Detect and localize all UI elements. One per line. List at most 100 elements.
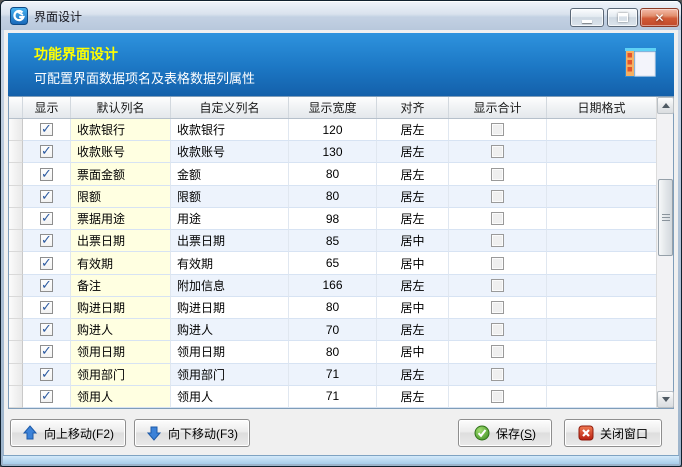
- default-name-cell[interactable]: 限额: [71, 186, 171, 208]
- display-checkbox[interactable]: [40, 368, 53, 381]
- row-selector[interactable]: [9, 163, 23, 185]
- display-cell[interactable]: [23, 208, 71, 230]
- total-cell[interactable]: [449, 297, 547, 319]
- custom-name-cell[interactable]: 收款账号: [171, 141, 289, 163]
- header-selector[interactable]: [9, 97, 23, 118]
- custom-name-cell[interactable]: 限额: [171, 186, 289, 208]
- display-checkbox[interactable]: [40, 234, 53, 247]
- display-checkbox[interactable]: [40, 123, 53, 136]
- header-width[interactable]: 显示宽度: [289, 97, 377, 118]
- total-checkbox[interactable]: [491, 368, 504, 381]
- total-cell[interactable]: [449, 386, 547, 408]
- default-name-cell[interactable]: 备注: [71, 275, 171, 297]
- align-cell[interactable]: 居左: [377, 141, 449, 163]
- total-checkbox[interactable]: [491, 168, 504, 181]
- total-cell[interactable]: [449, 252, 547, 274]
- display-cell[interactable]: [23, 364, 71, 386]
- width-cell[interactable]: 130: [289, 141, 377, 163]
- display-cell[interactable]: [23, 163, 71, 185]
- total-cell[interactable]: [449, 319, 547, 341]
- display-cell[interactable]: [23, 297, 71, 319]
- width-cell[interactable]: 71: [289, 386, 377, 408]
- title-bar[interactable]: 界面设计 ✕: [1, 1, 681, 30]
- custom-name-cell[interactable]: 购进人: [171, 319, 289, 341]
- default-name-cell[interactable]: 票据用途: [71, 208, 171, 230]
- row-selector[interactable]: [9, 186, 23, 208]
- width-cell[interactable]: 80: [289, 341, 377, 363]
- display-cell[interactable]: [23, 341, 71, 363]
- total-cell[interactable]: [449, 364, 547, 386]
- default-name-cell[interactable]: 购进日期: [71, 297, 171, 319]
- custom-name-cell[interactable]: 出票日期: [171, 230, 289, 252]
- custom-name-cell[interactable]: 附加信息: [171, 275, 289, 297]
- header-date-format[interactable]: 日期格式: [547, 97, 656, 118]
- total-checkbox[interactable]: [491, 123, 504, 136]
- width-cell[interactable]: 80: [289, 186, 377, 208]
- custom-name-cell[interactable]: 有效期: [171, 252, 289, 274]
- row-selector[interactable]: [9, 119, 23, 141]
- date-format-cell[interactable]: [547, 208, 656, 230]
- row-selector[interactable]: [9, 252, 23, 274]
- total-checkbox[interactable]: [491, 345, 504, 358]
- total-checkbox[interactable]: [491, 145, 504, 158]
- display-checkbox[interactable]: [40, 301, 53, 314]
- total-cell[interactable]: [449, 186, 547, 208]
- display-cell[interactable]: [23, 252, 71, 274]
- date-format-cell[interactable]: [547, 341, 656, 363]
- date-format-cell[interactable]: [547, 119, 656, 141]
- scroll-up-button[interactable]: [657, 97, 674, 114]
- align-cell[interactable]: 居左: [377, 275, 449, 297]
- header-show-total[interactable]: 显示合计: [449, 97, 547, 118]
- width-cell[interactable]: 70: [289, 319, 377, 341]
- custom-name-cell[interactable]: 领用部门: [171, 364, 289, 386]
- align-cell[interactable]: 居左: [377, 319, 449, 341]
- total-checkbox[interactable]: [491, 190, 504, 203]
- row-selector[interactable]: [9, 341, 23, 363]
- align-cell[interactable]: 居左: [377, 119, 449, 141]
- display-checkbox[interactable]: [40, 279, 53, 292]
- default-name-cell[interactable]: 领用人: [71, 386, 171, 408]
- total-checkbox[interactable]: [491, 323, 504, 336]
- date-format-cell[interactable]: [547, 297, 656, 319]
- close-button[interactable]: ✕: [640, 8, 679, 27]
- row-selector[interactable]: [9, 141, 23, 163]
- align-cell[interactable]: 居左: [377, 163, 449, 185]
- minimize-button[interactable]: [570, 8, 604, 27]
- total-checkbox[interactable]: [491, 234, 504, 247]
- total-cell[interactable]: [449, 119, 547, 141]
- default-name-cell[interactable]: 出票日期: [71, 230, 171, 252]
- row-selector[interactable]: [9, 364, 23, 386]
- date-format-cell[interactable]: [547, 319, 656, 341]
- custom-name-cell[interactable]: 收款银行: [171, 119, 289, 141]
- total-checkbox[interactable]: [491, 212, 504, 225]
- display-cell[interactable]: [23, 141, 71, 163]
- close-window-button[interactable]: 关闭窗口: [564, 419, 662, 447]
- custom-name-cell[interactable]: 领用人: [171, 386, 289, 408]
- total-cell[interactable]: [449, 230, 547, 252]
- vertical-scrollbar[interactable]: [656, 97, 673, 408]
- align-cell[interactable]: 居左: [377, 386, 449, 408]
- header-custom-name[interactable]: 自定义列名: [171, 97, 289, 118]
- width-cell[interactable]: 98: [289, 208, 377, 230]
- width-cell[interactable]: 80: [289, 163, 377, 185]
- default-name-cell[interactable]: 收款账号: [71, 141, 171, 163]
- total-checkbox[interactable]: [491, 390, 504, 403]
- default-name-cell[interactable]: 领用日期: [71, 341, 171, 363]
- align-cell[interactable]: 居中: [377, 341, 449, 363]
- total-cell[interactable]: [449, 141, 547, 163]
- align-cell[interactable]: 居中: [377, 230, 449, 252]
- scroll-down-button[interactable]: [657, 391, 674, 408]
- custom-name-cell[interactable]: 购进日期: [171, 297, 289, 319]
- display-checkbox[interactable]: [40, 390, 53, 403]
- default-name-cell[interactable]: 收款银行: [71, 119, 171, 141]
- date-format-cell[interactable]: [547, 163, 656, 185]
- total-cell[interactable]: [449, 163, 547, 185]
- display-checkbox[interactable]: [40, 145, 53, 158]
- total-cell[interactable]: [449, 275, 547, 297]
- align-cell[interactable]: 居中: [377, 297, 449, 319]
- align-cell[interactable]: 居左: [377, 364, 449, 386]
- total-cell[interactable]: [449, 208, 547, 230]
- default-name-cell[interactable]: 有效期: [71, 252, 171, 274]
- row-selector[interactable]: [9, 297, 23, 319]
- date-format-cell[interactable]: [547, 386, 656, 408]
